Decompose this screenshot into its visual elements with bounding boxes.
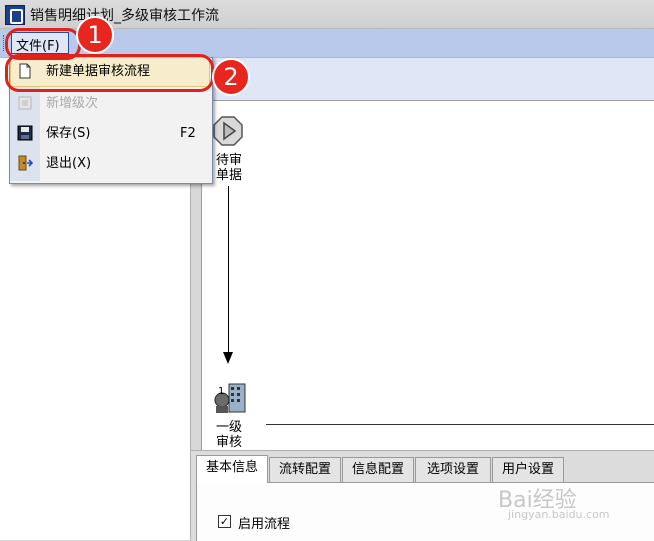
tab-user-settings[interactable]: 用户设置 bbox=[492, 457, 564, 482]
new-flow-highlight-ring bbox=[5, 54, 214, 92]
menu-item-add-level bbox=[10, 88, 210, 118]
horizontal-separator bbox=[266, 424, 654, 425]
node-label-line: 待审 bbox=[215, 153, 242, 168]
node-label-line: 单据 bbox=[215, 168, 242, 183]
add-level-icon bbox=[18, 96, 32, 110]
node-label-line: 审核 bbox=[215, 435, 242, 450]
window-title: 销售明细计划_多级审核工作流 bbox=[30, 8, 219, 24]
flow-arrow-icon bbox=[223, 352, 233, 364]
flow-connector-line bbox=[228, 186, 229, 362]
save-disk-icon bbox=[17, 125, 33, 141]
svg-text:1: 1 bbox=[218, 386, 224, 397]
menu-item-label: 新增级次 bbox=[46, 96, 99, 111]
enable-flow-label: 启用流程 bbox=[238, 517, 291, 532]
menu-item-exit[interactable] bbox=[10, 148, 210, 178]
menu-item-label[interactable]: 保存(S) bbox=[46, 126, 90, 142]
pending-documents-node-icon[interactable] bbox=[213, 116, 243, 146]
tab-basic-info[interactable]: 基本信息 bbox=[196, 455, 268, 483]
step-2-badge: 2 bbox=[212, 58, 250, 96]
menu-item-label[interactable]: 退出(X) bbox=[46, 156, 91, 172]
app-logo-icon bbox=[5, 5, 25, 25]
level-one-review-node-icon[interactable]: 1 bbox=[213, 382, 247, 414]
node-label-line: 一级 bbox=[215, 420, 242, 435]
tab-flow-config[interactable]: 流转配置 bbox=[269, 457, 341, 482]
exit-door-icon bbox=[18, 155, 33, 171]
step-1-badge: 1 bbox=[76, 16, 114, 54]
pending-documents-node-label: 待审 单据 bbox=[212, 153, 246, 183]
tab-options[interactable]: 选项设置 bbox=[415, 457, 491, 482]
baidu-watermark-url: jingyan.baidu.com bbox=[508, 508, 610, 521]
tab-info-config[interactable]: 信息配置 bbox=[342, 457, 414, 482]
menu-item-shortcut: F2 bbox=[180, 126, 196, 141]
workflow-canvas[interactable] bbox=[201, 100, 654, 451]
level-one-review-node-label: 一级 审核 bbox=[212, 420, 246, 450]
enable-flow-checkbox[interactable]: ✓ bbox=[218, 515, 231, 528]
workflow-header-bar bbox=[191, 58, 654, 101]
